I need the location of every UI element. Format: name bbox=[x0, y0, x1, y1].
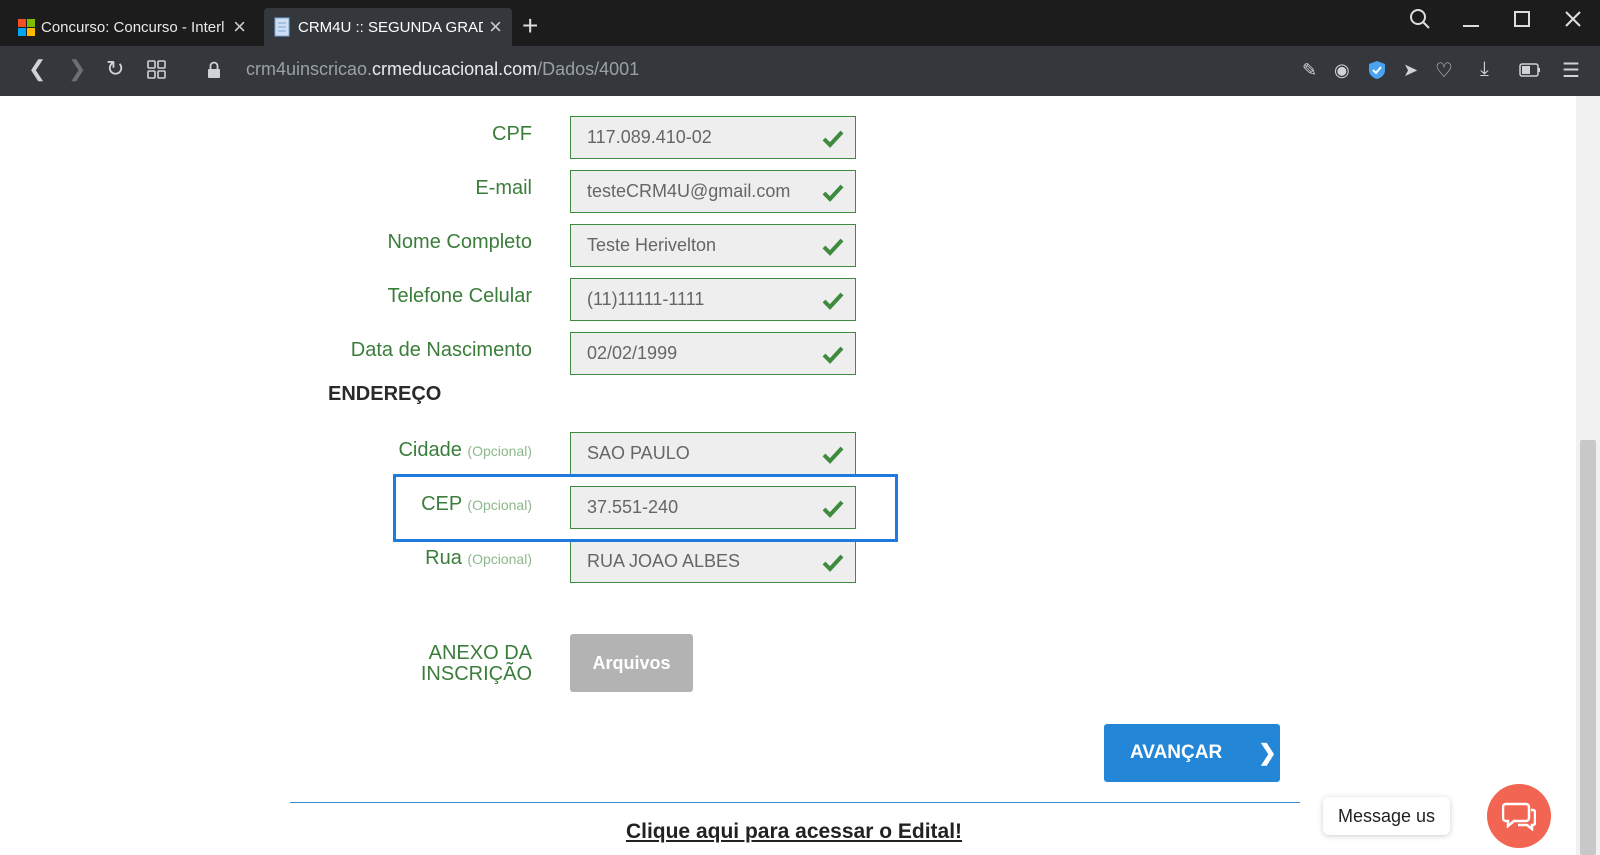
cpf-field[interactable]: 117.089.410-02 bbox=[570, 116, 856, 159]
url-field[interactable]: crm4uinscricao.crmeducacional.com/Dados/… bbox=[246, 59, 639, 80]
maximize-icon[interactable] bbox=[1513, 10, 1531, 28]
check-icon bbox=[822, 130, 844, 148]
tab-crm4u[interactable]: CRM4U :: SEGUNDA GRADU × bbox=[264, 8, 512, 46]
phone-label: Telefone Celular bbox=[387, 285, 532, 307]
city-label-text: Cidade bbox=[398, 439, 462, 461]
document-icon bbox=[274, 17, 290, 37]
battery-icon[interactable] bbox=[1519, 63, 1541, 77]
cep-highlight-box bbox=[393, 474, 898, 542]
chat-bubbles-icon bbox=[1502, 802, 1536, 831]
street-label-text: Rua bbox=[425, 547, 462, 569]
city-value: SAO PAULO bbox=[587, 443, 690, 463]
phone-value: (11)11111-1111 bbox=[587, 289, 705, 309]
city-label: Cidade (Opcional) bbox=[398, 439, 532, 462]
email-value: testeCRM4U@gmail.com bbox=[587, 181, 791, 201]
files-button[interactable]: Arquivos bbox=[570, 634, 693, 692]
camera-icon[interactable]: ◉ bbox=[1334, 60, 1350, 81]
lock-icon bbox=[208, 61, 220, 78]
check-icon bbox=[822, 292, 844, 310]
close-tab-icon[interactable]: × bbox=[489, 16, 502, 38]
birthdate-value: 02/02/1999 bbox=[587, 343, 678, 363]
address-section-title: ENDEREÇO bbox=[328, 383, 442, 405]
full-name-label: Nome Completo bbox=[387, 231, 532, 253]
next-button-label: AVANÇAR bbox=[1130, 742, 1223, 763]
close-window-icon[interactable] bbox=[1564, 10, 1582, 28]
download-icon[interactable]: ⤓ bbox=[1480, 58, 1489, 81]
message-us-label[interactable]: Message us bbox=[1323, 797, 1450, 835]
divider bbox=[290, 802, 1300, 803]
search-icon[interactable] bbox=[1409, 8, 1431, 30]
birthdate-label: Data de Nascimento bbox=[350, 339, 532, 361]
street-label: Rua (Opcional) bbox=[425, 547, 532, 570]
check-icon bbox=[822, 184, 844, 202]
check-icon bbox=[822, 446, 844, 464]
attachment-label: ANEXO DA INSCRIÇÃO bbox=[421, 643, 532, 685]
forward-icon[interactable]: ❯ bbox=[68, 56, 86, 82]
settings-sliders-icon[interactable]: ☰ bbox=[1562, 58, 1580, 83]
check-icon bbox=[822, 346, 844, 364]
cpf-label: CPF bbox=[492, 123, 532, 145]
tab-title: CRM4U :: SEGUNDA GRADU bbox=[298, 18, 484, 36]
email-label: E-mail bbox=[475, 177, 532, 199]
email-field[interactable]: testeCRM4U@gmail.com bbox=[570, 170, 856, 213]
optional-tag: (Opcional) bbox=[467, 443, 532, 459]
chevron-right-icon: ❯ bbox=[1258, 740, 1277, 765]
tab-bar: Concurso: Concurso - Interl × CRM4U :: S… bbox=[0, 0, 1600, 46]
snap-icon[interactable]: ✎ bbox=[1302, 60, 1317, 81]
close-tab-icon[interactable]: × bbox=[233, 16, 246, 38]
optional-tag: (Opcional) bbox=[467, 551, 532, 567]
next-button[interactable]: AVANÇAR ❯ bbox=[1104, 724, 1280, 782]
url-domain: crmeducacional.com bbox=[372, 59, 538, 79]
tab-grid-icon[interactable] bbox=[147, 60, 167, 80]
check-icon bbox=[822, 238, 844, 256]
birthdate-field[interactable]: 02/02/1999 bbox=[570, 332, 856, 375]
send-icon[interactable]: ➤ bbox=[1403, 60, 1418, 81]
url-path: /Dados/4001 bbox=[537, 59, 640, 79]
tab-title: Concurso: Concurso - Interl bbox=[41, 18, 225, 36]
url-prefix: crm4uinscricao. bbox=[246, 59, 373, 79]
attachment-label-line1: ANEXO DA bbox=[428, 642, 532, 664]
phone-field[interactable]: (11)11111-1111 bbox=[570, 278, 856, 321]
reload-icon[interactable]: ↻ bbox=[106, 56, 124, 82]
minimize-icon[interactable] bbox=[1462, 14, 1480, 32]
scrollbar-thumb[interactable] bbox=[1580, 440, 1596, 855]
address-bar: ❮ ❯ ↻ crm4uinscricao.crmeducacional.com/… bbox=[0, 46, 1600, 96]
cpf-value: 117.089.410-02 bbox=[587, 127, 712, 147]
attachment-label-line2: INSCRIÇÃO bbox=[420, 663, 532, 685]
back-icon[interactable]: ❮ bbox=[28, 56, 46, 82]
street-value: RUA JOAO ALBES bbox=[587, 551, 741, 571]
chat-button[interactable] bbox=[1487, 784, 1551, 848]
heart-icon[interactable]: ♡ bbox=[1435, 58, 1453, 83]
new-tab-icon[interactable]: + bbox=[522, 10, 538, 42]
check-icon bbox=[822, 554, 844, 572]
city-field[interactable]: SAO PAULO bbox=[570, 432, 856, 475]
tab-concurso[interactable]: Concurso: Concurso - Interl × bbox=[8, 8, 256, 46]
street-field[interactable]: RUA JOAO ALBES bbox=[570, 540, 856, 583]
microsoft-logo-icon bbox=[18, 18, 35, 36]
shield-icon[interactable] bbox=[1368, 60, 1386, 80]
full-name-field[interactable]: Teste Herivelton bbox=[570, 224, 856, 267]
full-name-value: Teste Herivelton bbox=[587, 235, 717, 255]
